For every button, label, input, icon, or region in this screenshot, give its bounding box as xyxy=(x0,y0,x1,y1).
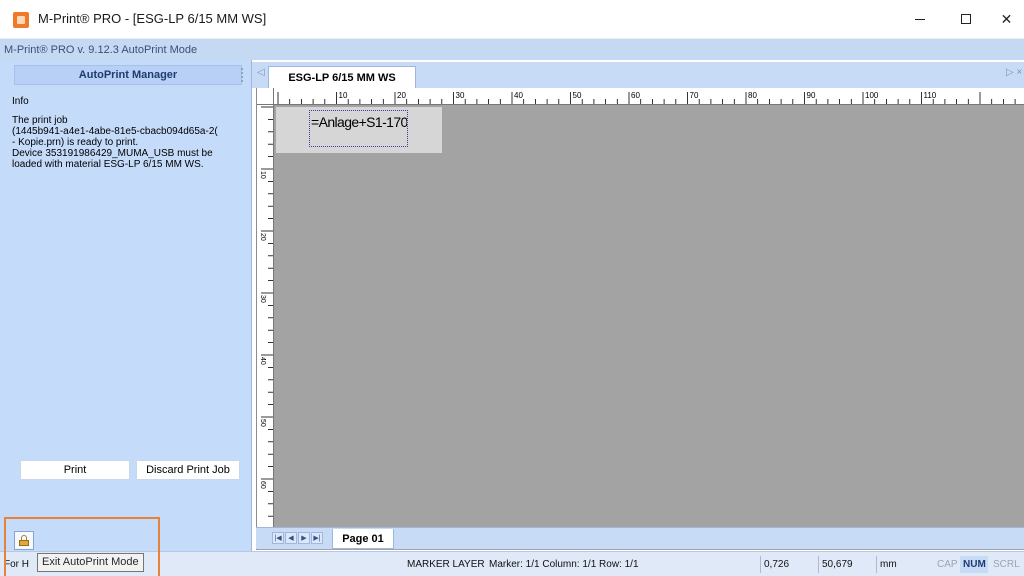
ruler-label: 60 xyxy=(259,481,266,489)
maximize-icon xyxy=(961,14,971,24)
ruler-label: 110 xyxy=(924,91,937,100)
tab-scroll-left-icon[interactable]: ◁ xyxy=(257,67,265,78)
ruler-label: 80 xyxy=(748,91,757,100)
autoprint-manager-title: AutoPrint Manager xyxy=(14,65,242,85)
ruler-label: 40 xyxy=(514,91,523,100)
status-marker-info: Marker: 1/1 Column: 1/1 Row: 1/1 xyxy=(489,559,639,570)
page-tab[interactable]: Page 01 xyxy=(332,529,394,549)
first-page-icon[interactable]: |◀ xyxy=(272,532,284,544)
ruler-corner xyxy=(257,88,274,105)
label-text-field[interactable]: =Anlage+S1-170FC1 xyxy=(309,110,408,147)
label-design-area[interactable]: 10 20 30 40 50 60 70 80 90 100 110 10 20 30 40 50 60 =A… xyxy=(256,88,1024,550)
close-icon: ✕ xyxy=(1000,10,1013,27)
prev-page-icon[interactable]: ◀ xyxy=(285,532,297,544)
label-canvas[interactable]: =Anlage+S1-170FC1 xyxy=(276,107,442,153)
title-bar: M-Print® PRO - [ESG-LP 6/15 MM WS] ✕ xyxy=(0,0,1024,38)
status-num-lock: NUM xyxy=(960,556,988,573)
app-version-text: M-Print® PRO v. 9.12.3 AutoPrint Mode xyxy=(4,44,198,56)
app-header-bar: M-Print® PRO v. 9.12.3 AutoPrint Mode xyxy=(0,38,1024,60)
status-scroll-lock: SCRL xyxy=(993,559,1020,570)
ruler-label: 100 xyxy=(865,91,879,100)
close-button[interactable]: ✕ xyxy=(989,0,1024,38)
minimize-button[interactable] xyxy=(897,0,943,38)
page-navigation: |◀ ◀ ▶ ▶| xyxy=(272,532,323,544)
tab-scroll-right-icon[interactable]: ▷ × xyxy=(1006,67,1022,78)
print-button[interactable]: Print xyxy=(20,460,130,480)
ruler-label: 10 xyxy=(259,171,266,179)
ruler-label: 50 xyxy=(573,91,582,100)
ruler-label: 50 xyxy=(259,419,266,427)
status-help-text: For H xyxy=(4,559,29,570)
status-y-coordinate: 50,679 xyxy=(818,556,874,573)
panel-grip-handle[interactable] xyxy=(241,68,243,82)
status-bar: For H MARKER LAYER Marker: 1/1 Column: 1… xyxy=(0,551,1024,576)
exit-autoprint-tooltip: Exit AutoPrint Mode xyxy=(37,553,144,572)
minimize-icon xyxy=(915,18,925,20)
last-page-icon[interactable]: ▶| xyxy=(311,532,323,544)
info-label: Info xyxy=(12,96,29,107)
vertical-ruler: 10 20 30 40 50 60 xyxy=(257,105,274,528)
info-message: The print job (1445b941-a4e1-4abe-81e5-c… xyxy=(12,115,218,170)
maximize-button[interactable] xyxy=(943,0,989,38)
ruler-label: 30 xyxy=(456,91,465,100)
next-page-icon[interactable]: ▶ xyxy=(298,532,310,544)
ruler-label: 30 xyxy=(259,295,266,303)
document-tab-strip: ◁ ESG-LP 6/15 MM WS ▷ × xyxy=(252,62,1024,88)
ruler-label: 60 xyxy=(631,91,640,100)
document-tab[interactable]: ESG-LP 6/15 MM WS xyxy=(268,66,416,88)
mprint-app-icon xyxy=(13,12,29,28)
ruler-label: 40 xyxy=(259,357,266,365)
discard-print-job-button[interactable]: Discard Print Job xyxy=(136,460,240,480)
vertical-ruler-ticks: 10 20 30 40 50 60 xyxy=(259,106,273,517)
ruler-label: 10 xyxy=(339,91,348,100)
page-strip: |◀ ◀ ▶ ▶| Page 01 xyxy=(256,527,1024,549)
ruler-label: 90 xyxy=(807,91,816,100)
lock-icon xyxy=(19,535,29,546)
horizontal-ruler: 10 20 30 40 50 60 70 80 90 100 110 xyxy=(257,88,1024,105)
horizontal-ruler-ticks: 10 20 30 40 50 60 70 80 90 100 110 xyxy=(277,91,1016,104)
exit-autoprint-mode-button[interactable] xyxy=(14,531,34,550)
autoprint-manager-panel: AutoPrint Manager Info The print job (14… xyxy=(0,60,252,551)
ruler-label: 20 xyxy=(259,233,266,241)
status-x-coordinate: 0,726 xyxy=(760,556,816,573)
status-caps-lock: CAP xyxy=(937,559,958,570)
ruler-label: 70 xyxy=(690,91,699,100)
status-marker-layer: MARKER LAYER xyxy=(407,559,485,570)
ruler-label: 20 xyxy=(397,91,406,100)
window-title: M-Print® PRO - [ESG-LP 6/15 MM WS] xyxy=(38,11,267,26)
status-unit: mm xyxy=(876,556,930,573)
